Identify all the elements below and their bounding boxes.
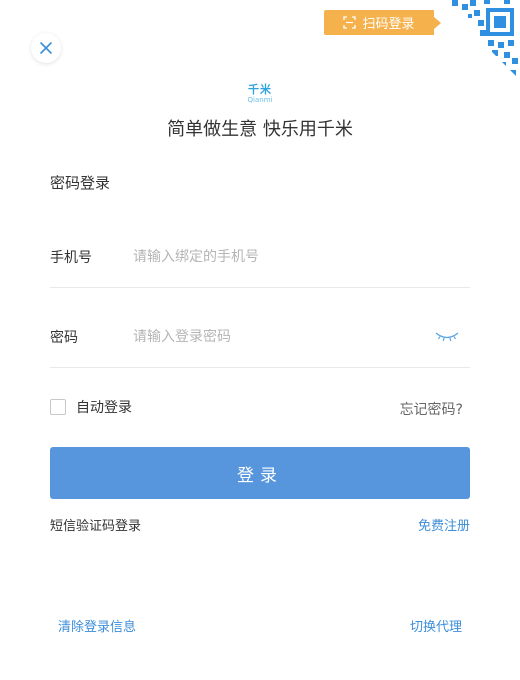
scan-icon [343, 16, 357, 29]
auto-login-checkbox[interactable] [50, 399, 66, 415]
close-icon [40, 42, 52, 54]
logo-cn-text: 千米 [248, 83, 272, 96]
auto-login-label: 自动登录 [76, 400, 132, 416]
password-field-row: 密码 [50, 307, 470, 368]
sms-login-link[interactable]: 短信验证码登录 [50, 515, 141, 534]
phone-label: 手机号 [50, 250, 92, 266]
register-link[interactable]: 免费注册 [418, 515, 470, 534]
qr-code-corner[interactable] [440, 0, 520, 80]
slogan: 简单做生意 快乐用千米 [167, 119, 353, 140]
password-label: 密码 [50, 330, 78, 346]
qr-code-icon [440, 0, 520, 80]
brand-logo: 千米 Qianmi [0, 83, 520, 105]
login-button[interactable]: 登录 [50, 447, 470, 499]
phone-field-row: 手机号 [50, 227, 470, 288]
phone-input[interactable] [133, 249, 470, 265]
clear-login-info-link[interactable]: 清除登录信息 [58, 616, 136, 635]
switch-proxy-link[interactable]: 切换代理 [410, 616, 462, 635]
form-title: 密码登录 [50, 174, 111, 192]
forgot-password-link[interactable]: 忘记密码? [400, 399, 463, 419]
close-button[interactable] [31, 33, 61, 63]
qr-login-tag[interactable]: 扫码登录 [324, 10, 441, 35]
eye-closed-icon[interactable] [434, 330, 460, 344]
qr-login-label: 扫码登录 [362, 17, 415, 32]
auto-login-toggle[interactable]: 自动登录 [50, 397, 132, 417]
password-input[interactable] [133, 329, 434, 345]
logo-en-text: Qianmi [247, 96, 273, 104]
